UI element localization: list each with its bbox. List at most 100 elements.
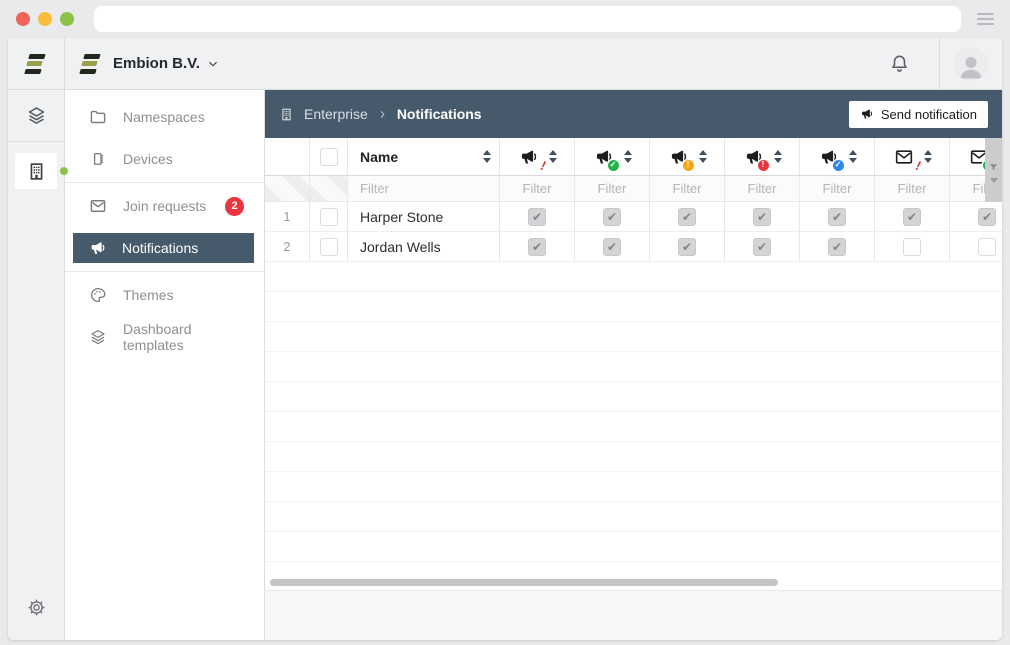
setting-cell xyxy=(575,232,650,261)
megaphone-alert-icon: ! xyxy=(518,147,540,167)
header-cell-select-all xyxy=(310,138,348,175)
sort-icon[interactable] xyxy=(624,150,632,163)
column-filter-input[interactable]: Filter xyxy=(575,176,650,201)
column-filter-input[interactable]: Filter xyxy=(725,176,800,201)
icon-rail xyxy=(8,90,65,640)
setting-checkbox[interactable] xyxy=(828,208,846,226)
sort-icon[interactable] xyxy=(924,150,932,163)
sidebar-item-themes[interactable]: Themes xyxy=(65,274,264,316)
person-name: Jordan Wells xyxy=(348,232,500,261)
column-header-announcement-alert[interactable]: ! xyxy=(500,138,575,175)
column-header-announcement-warning[interactable]: ! xyxy=(650,138,725,175)
breadcrumb-bar: Enterprise Notifications Send notificati… xyxy=(265,90,1002,138)
setting-checkbox[interactable] xyxy=(978,208,996,226)
layers-icon xyxy=(89,328,107,346)
megaphone-success-icon: ✓ xyxy=(593,147,615,167)
building-icon xyxy=(26,161,47,182)
column-filter-input[interactable]: Filter xyxy=(875,176,950,201)
column-filter-input[interactable]: Filter xyxy=(500,176,575,201)
browser-menu-icon[interactable] xyxy=(977,13,994,25)
notifications-bell-button[interactable] xyxy=(888,52,911,75)
column-header-name[interactable]: Name xyxy=(348,138,500,175)
setting-cell xyxy=(725,202,800,231)
column-header-announcement-success[interactable]: ✓ xyxy=(575,138,650,175)
notifications-table: Name ! ✓ xyxy=(265,138,1002,590)
sidebar-item-dashboard-templates[interactable]: Dashboard templates xyxy=(65,316,264,358)
row-select-checkbox[interactable] xyxy=(320,238,338,256)
column-menu-strip[interactable] xyxy=(985,138,1002,202)
row-select-checkbox[interactable] xyxy=(320,208,338,226)
setting-checkbox[interactable] xyxy=(903,238,921,256)
sidebar-item-notifications-selected[interactable]: Notifications xyxy=(73,233,254,263)
online-status-dot xyxy=(60,167,68,175)
setting-checkbox[interactable] xyxy=(753,238,771,256)
name-column-label: Name xyxy=(360,149,398,165)
sidebar-item-label: Devices xyxy=(123,151,173,167)
url-input[interactable] xyxy=(94,6,961,32)
sort-icon[interactable] xyxy=(774,150,782,163)
sort-icon[interactable] xyxy=(483,150,491,163)
zoom-window-button[interactable] xyxy=(60,12,74,26)
settings-button[interactable] xyxy=(26,597,47,618)
sort-icon[interactable] xyxy=(849,150,857,163)
app-header: Embion B.V. xyxy=(8,38,1002,90)
filter-funnel-icon xyxy=(988,162,999,173)
person-name: Harper Stone xyxy=(348,202,500,231)
setting-checkbox[interactable] xyxy=(903,208,921,226)
chevron-down-icon xyxy=(990,178,998,183)
row-index: 2 xyxy=(265,232,310,261)
building-icon xyxy=(279,107,294,122)
sidebar-item-namespaces[interactable]: Namespaces xyxy=(65,96,264,138)
header-cell-index xyxy=(265,138,310,175)
setting-checkbox[interactable] xyxy=(678,208,696,226)
setting-checkbox[interactable] xyxy=(528,208,546,226)
name-filter-input[interactable]: Filter xyxy=(348,176,500,201)
column-filter-input[interactable]: Filter xyxy=(800,176,875,201)
setting-checkbox[interactable] xyxy=(978,238,996,256)
setting-checkbox[interactable] xyxy=(603,238,621,256)
embion-logo-icon xyxy=(79,54,103,74)
megaphone-info-icon: ✓ xyxy=(818,147,840,167)
row-index: 1 xyxy=(265,202,310,231)
megaphone-icon xyxy=(860,107,874,121)
select-all-checkbox[interactable] xyxy=(320,148,338,166)
browser-top-bar xyxy=(0,0,1010,38)
minimize-window-button[interactable] xyxy=(38,12,52,26)
avatar-zone xyxy=(940,47,1002,81)
setting-checkbox[interactable] xyxy=(528,238,546,256)
column-header-announcement-info[interactable]: ✓ xyxy=(800,138,875,175)
avatar[interactable] xyxy=(954,47,988,81)
table-header-row: Name ! ✓ xyxy=(265,138,1002,176)
horizontal-scrollbar-thumb[interactable] xyxy=(270,579,778,586)
setting-cell xyxy=(650,232,725,261)
sort-icon[interactable] xyxy=(699,150,707,163)
sidebar-item-devices[interactable]: Devices xyxy=(65,138,264,180)
setting-checkbox[interactable] xyxy=(603,208,621,226)
sidebar-divider xyxy=(65,271,264,272)
setting-cell xyxy=(500,202,575,231)
rail-item-enterprise-active[interactable] xyxy=(15,153,57,189)
org-switcher[interactable]: Embion B.V. xyxy=(79,54,220,74)
setting-checkbox[interactable] xyxy=(753,208,771,226)
breadcrumb-root[interactable]: Enterprise xyxy=(304,106,368,122)
sidebar-item-label: Themes xyxy=(123,287,174,303)
sidebar-item-label: Join requests xyxy=(123,198,206,214)
header-logo-tile xyxy=(8,38,65,89)
close-window-button[interactable] xyxy=(16,12,30,26)
embion-logo-icon xyxy=(24,54,48,74)
table-row: 1 Harper Stone xyxy=(265,202,1002,232)
sidebar-item-join-requests[interactable]: Join requests 2 xyxy=(65,185,264,227)
send-notification-button[interactable]: Send notification xyxy=(849,101,988,128)
envelope-alert-icon: ! xyxy=(893,147,915,167)
column-filter-input[interactable]: Filter xyxy=(650,176,725,201)
column-header-announcement-error[interactable]: ! xyxy=(725,138,800,175)
setting-checkbox[interactable] xyxy=(678,238,696,256)
rail-item-namespaces[interactable] xyxy=(8,90,64,142)
gear-icon xyxy=(26,597,47,618)
column-header-mail-alert[interactable]: ! xyxy=(875,138,950,175)
setting-cell xyxy=(875,232,950,261)
sort-icon[interactable] xyxy=(549,150,557,163)
megaphone-error-icon: ! xyxy=(743,147,765,167)
horizontal-scrollbar xyxy=(265,576,1002,590)
setting-checkbox[interactable] xyxy=(828,238,846,256)
